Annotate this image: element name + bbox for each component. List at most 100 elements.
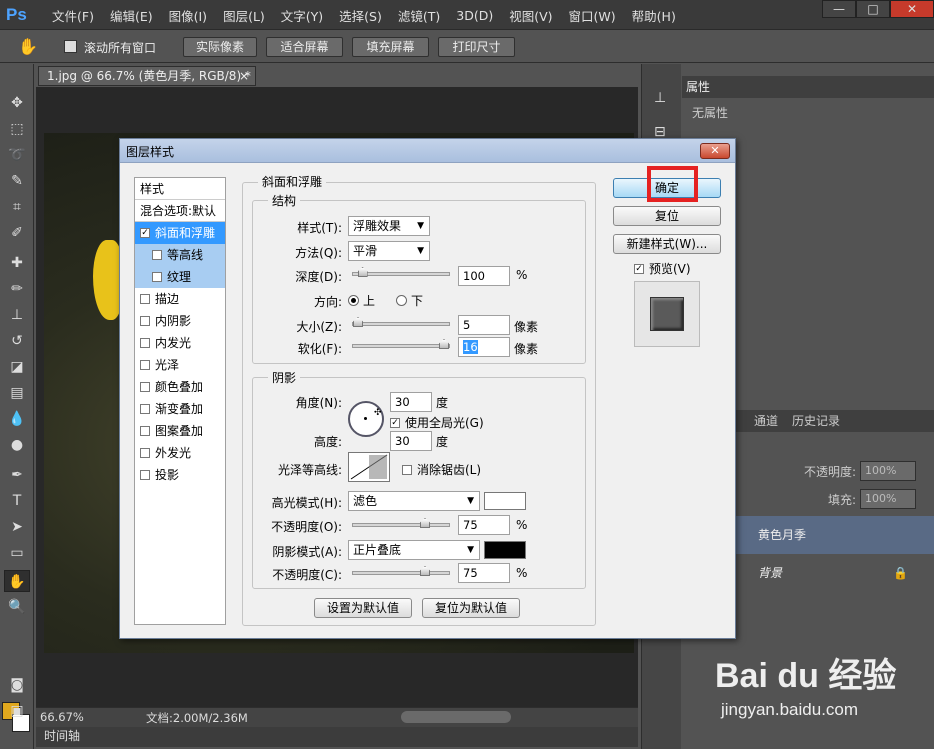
checkbox-unchecked-icon[interactable] [140,293,150,304]
checkbox-unchecked-icon[interactable] [140,337,150,348]
method-select[interactable]: 平滑 ▼ [348,241,430,261]
style-list-item[interactable]: 纹理 [135,266,225,288]
zoom-level[interactable]: 66.67% [40,710,84,724]
style-list-item[interactable]: 颜色叠加 [135,376,225,398]
menu-item[interactable]: 图层(L) [215,6,273,25]
blur-tool-icon[interactable]: 💧 [4,408,30,430]
hand-tool-icon[interactable]: ✋ [4,570,30,592]
tab-properties[interactable]: 属性 [686,76,710,98]
checkbox-unchecked-icon[interactable] [152,249,162,260]
checkbox-unchecked-icon[interactable] [140,403,150,414]
shadow-color-swatch[interactable] [484,541,526,559]
style-list-header[interactable]: 样式 [135,178,225,200]
dodge-tool-icon[interactable]: ● [4,434,30,456]
angle-dial[interactable]: ✣ [348,401,384,437]
soften-input[interactable]: 16 [458,337,510,357]
gloss-contour-picker[interactable] [348,452,390,482]
close-window-button[interactable]: ✕ [890,0,934,18]
dialog-close-button[interactable]: ✕ [700,143,730,159]
menu-item[interactable]: 选择(S) [331,6,390,25]
depth-slider[interactable] [352,267,450,277]
path-select-tool-icon[interactable]: ➤ [4,516,30,538]
menu-item[interactable]: 3D(D) [448,8,501,23]
shadow-opacity-input[interactable]: 75 [458,563,510,583]
minimize-button[interactable]: — [822,0,856,18]
horizontal-scrollbar[interactable] [401,711,511,723]
brush-tool-icon[interactable]: ✏ [4,278,30,300]
quick-mask-icon[interactable]: ◙ [4,674,30,696]
timeline-tab[interactable]: 时间轴 [36,727,638,747]
quick-select-tool-icon[interactable]: ✎ [4,170,30,192]
menu-item[interactable]: 帮助(H) [624,6,684,25]
style-list-item[interactable]: 等高线 [135,244,225,266]
hand-tool-icon[interactable]: ✋ [18,37,38,56]
highlight-opacity-slider[interactable] [352,518,450,528]
make-default-button[interactable]: 设置为默认值 [314,598,412,618]
shadow-mode-select[interactable]: 正片叠底 ▼ [348,540,480,560]
fill-field[interactable]: 100% [860,489,916,509]
checkbox-unchecked-icon[interactable] [140,425,150,436]
zoom-tool-icon[interactable]: 🔍 [4,596,30,618]
checkbox-checked-icon[interactable]: ✓ [140,227,150,238]
style-list-item[interactable]: 内发光 [135,332,225,354]
actual-pixels-button[interactable]: 实际像素 [183,37,257,57]
tab-history[interactable]: 历史记录 [792,410,840,432]
preview-checkbox[interactable]: ✓ 预览(V) [634,260,691,277]
checkbox-unchecked-icon[interactable] [140,381,150,392]
checkbox-unchecked-icon[interactable] [140,315,150,326]
gradient-tool-icon[interactable]: ▤ [4,382,30,404]
altitude-input[interactable]: 30 [390,431,432,451]
eraser-tool-icon[interactable]: ◪ [4,356,30,378]
highlight-opacity-input[interactable]: 75 [458,515,510,535]
antialias-checkbox[interactable]: 消除锯齿(L) [402,461,481,478]
marquee-tool-icon[interactable]: ⬚ [4,118,30,140]
highlight-mode-select[interactable]: 滤色 ▼ [348,491,480,511]
scroll-all-checkbox[interactable] [64,40,77,53]
checkbox-unchecked-icon[interactable] [152,271,162,282]
checkbox-unchecked-icon[interactable] [140,447,150,458]
shape-tool-icon[interactable]: ▭ [4,542,30,564]
angle-input[interactable]: 30 [390,392,432,412]
new-style-button[interactable]: 新建样式(W)... [613,234,721,254]
checkbox-unchecked-icon[interactable] [140,469,150,480]
style-list-item[interactable]: 描边 [135,288,225,310]
print-size-button[interactable]: 打印尺寸 [438,37,515,57]
fill-screen-button[interactable]: 填充屏幕 [352,37,429,57]
checkbox-unchecked-icon[interactable] [140,359,150,370]
blend-options-item[interactable]: 混合选项:默认 [135,200,225,222]
depth-input[interactable]: 100 [458,266,510,286]
history-brush-icon[interactable]: ↺ [4,330,30,352]
style-list-item[interactable]: 投影 [135,464,225,486]
menu-item[interactable]: 图像(I) [161,6,215,25]
reset-default-button[interactable]: 复位为默认值 [422,598,520,618]
global-light-checkbox[interactable]: ✓ 使用全局光(G) [390,414,484,431]
tab-channels[interactable]: 通道 [754,410,778,432]
crop-tool-icon[interactable]: ⌗ [4,196,30,218]
layer-row[interactable]: 黄色月季 [734,516,934,554]
layer-row[interactable]: 背景 🔒 [734,554,934,592]
menu-item[interactable]: 窗口(W) [561,6,624,25]
fit-screen-button[interactable]: 适合屏幕 [266,37,343,57]
dialog-titlebar[interactable]: 图层样式 ✕ [120,139,735,163]
style-list-item[interactable]: 内阴影 [135,310,225,332]
size-input[interactable]: 5 [458,315,510,335]
close-icon[interactable]: × [239,67,249,85]
move-tool-icon[interactable]: ✥ [4,92,30,114]
style-list-item[interactable]: 渐变叠加 [135,398,225,420]
menu-item[interactable]: 文件(F) [44,6,102,25]
menu-item[interactable]: 文字(Y) [273,6,331,25]
document-tab[interactable]: 1.jpg @ 66.7% (黄色月季, RGB/8) * × [38,66,256,86]
pen-tool-icon[interactable]: ✒ [4,464,30,486]
screen-mode-icon[interactable]: ▣ [4,700,30,722]
size-slider[interactable] [352,317,450,327]
style-list-item[interactable]: ✓ 斜面和浮雕 [135,222,225,244]
direction-down-radio[interactable]: 下 [396,292,423,309]
lasso-tool-icon[interactable]: ➰ [4,144,30,166]
style-list-item[interactable]: 光泽 [135,354,225,376]
style-select[interactable]: 浮雕效果 ▼ [348,216,430,236]
restore-button[interactable]: □ [856,0,890,18]
direction-up-radio[interactable]: 上 [348,292,375,309]
eyedropper-tool-icon[interactable]: ✐ [4,222,30,244]
healing-tool-icon[interactable]: ✚ [4,252,30,274]
clone-source-icon[interactable]: ⊥ [654,90,666,106]
